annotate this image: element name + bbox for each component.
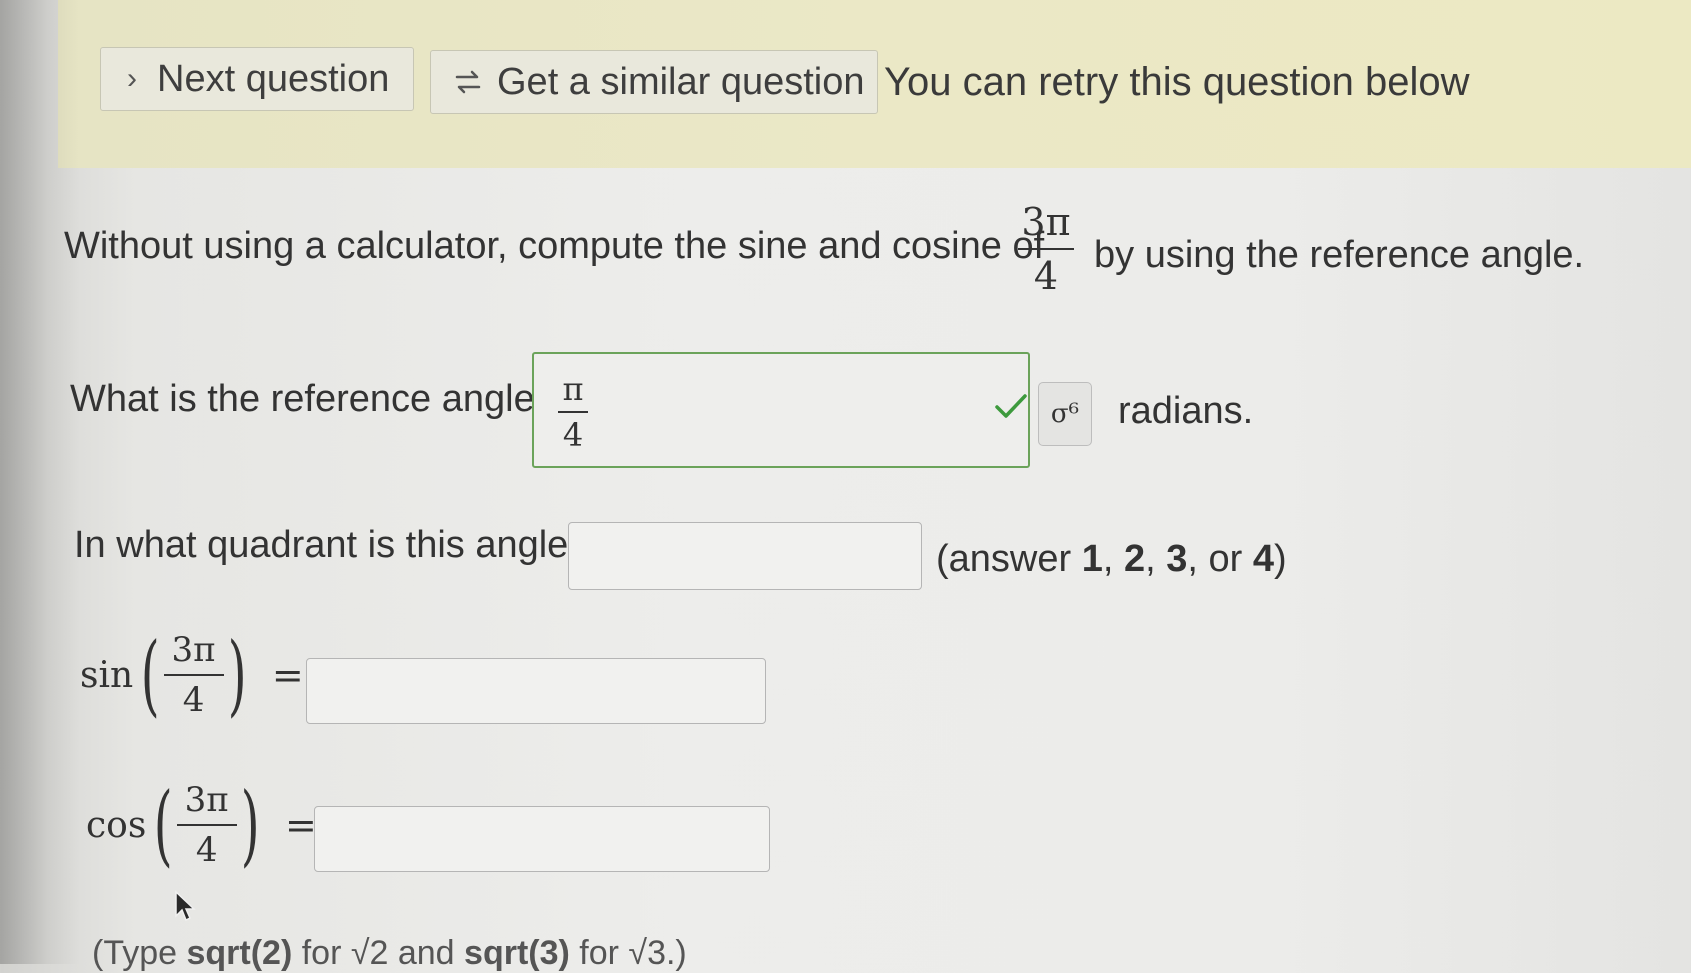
sine-argument-fraction: 3π 4 xyxy=(163,630,224,720)
question-tail: by using the reference angle. xyxy=(1094,234,1585,276)
sine-numerator: 3π xyxy=(171,630,216,670)
option-2: 2 xyxy=(1123,538,1146,580)
chevron-right-icon: › xyxy=(127,62,137,95)
sine-answer-input[interactable] xyxy=(306,658,766,724)
fraction-bar xyxy=(558,411,588,413)
math-symbols-button[interactable]: σ⁶ xyxy=(1038,382,1092,446)
radians-unit: radians. xyxy=(1118,390,1254,432)
equals-sign: = xyxy=(285,803,317,847)
next-question-button[interactable]: › Next question xyxy=(100,47,414,111)
footer-post: for √3.) xyxy=(569,934,687,972)
cosine-denominator: 4 xyxy=(195,830,218,870)
question-angle-fraction: 3π 4 xyxy=(1018,200,1074,298)
footer-mid: for √2 and xyxy=(292,934,465,972)
cosine-expression: cos ( 3π 4 ) = xyxy=(86,780,317,870)
question-intro: Without using a calculator, compute the … xyxy=(64,225,1045,267)
fraction-bar xyxy=(176,824,237,826)
sine-function: sin xyxy=(80,654,134,696)
answer-numerator: π xyxy=(562,370,584,408)
symbols-icon: σ⁶ xyxy=(1050,399,1080,429)
next-question-label: Next question xyxy=(157,57,390,100)
quadrant-label: In what quadrant is this angle? xyxy=(74,524,590,566)
left-paren: ( xyxy=(154,773,173,876)
retry-message: You can retry this question below xyxy=(884,60,1470,104)
quadrant-hint: (answer 1, 2, 3, or 4) xyxy=(936,538,1287,581)
reference-angle-answer: π 4 xyxy=(558,370,588,454)
cosine-answer-input[interactable] xyxy=(314,806,770,872)
right-paren: ) xyxy=(227,623,247,726)
cosine-numerator: 3π xyxy=(184,780,229,820)
footer-code-sqrt3: sqrt(3) xyxy=(464,934,570,972)
cosine-argument-fraction: 3π 4 xyxy=(176,780,237,870)
reference-angle-label: What is the reference angle? xyxy=(70,378,556,420)
fraction-bar xyxy=(1018,248,1074,250)
option-4: 4 xyxy=(1252,538,1274,580)
cosine-function: cos xyxy=(86,804,147,846)
option-1: 1 xyxy=(1081,538,1103,580)
cycle-icon xyxy=(455,70,481,94)
mouse-pointer-icon xyxy=(175,890,196,922)
hint-close: ) xyxy=(1274,538,1287,580)
quadrant-input[interactable] xyxy=(568,522,922,590)
answer-denominator: 4 xyxy=(562,416,584,454)
footer-code-sqrt2: sqrt(2) xyxy=(186,934,293,972)
equals-sign: = xyxy=(271,653,304,697)
angle-numerator: 3π xyxy=(1021,200,1071,244)
hint-open: (answer xyxy=(936,538,1082,580)
hint-sep: , xyxy=(1145,538,1167,580)
reference-angle-input[interactable] xyxy=(532,352,1030,468)
sine-expression: sin ( 3π 4 ) = xyxy=(80,630,304,720)
fraction-bar xyxy=(163,674,224,676)
option-3: 3 xyxy=(1166,538,1188,580)
left-paren: ( xyxy=(140,623,160,726)
similar-question-button[interactable]: Get a similar question xyxy=(430,50,878,114)
hint-sep: , or xyxy=(1187,538,1253,580)
similar-question-label: Get a similar question xyxy=(497,60,865,103)
hint-sep: , xyxy=(1102,538,1124,580)
input-instructions: (Type sqrt(2) for √2 and sqrt(3) for √3.… xyxy=(92,934,687,973)
angle-denominator: 4 xyxy=(1033,254,1059,298)
footer-pre: (Type xyxy=(92,934,187,972)
checkmark-icon xyxy=(995,394,1027,418)
right-paren: ) xyxy=(240,773,260,876)
sine-denominator: 4 xyxy=(182,680,205,720)
